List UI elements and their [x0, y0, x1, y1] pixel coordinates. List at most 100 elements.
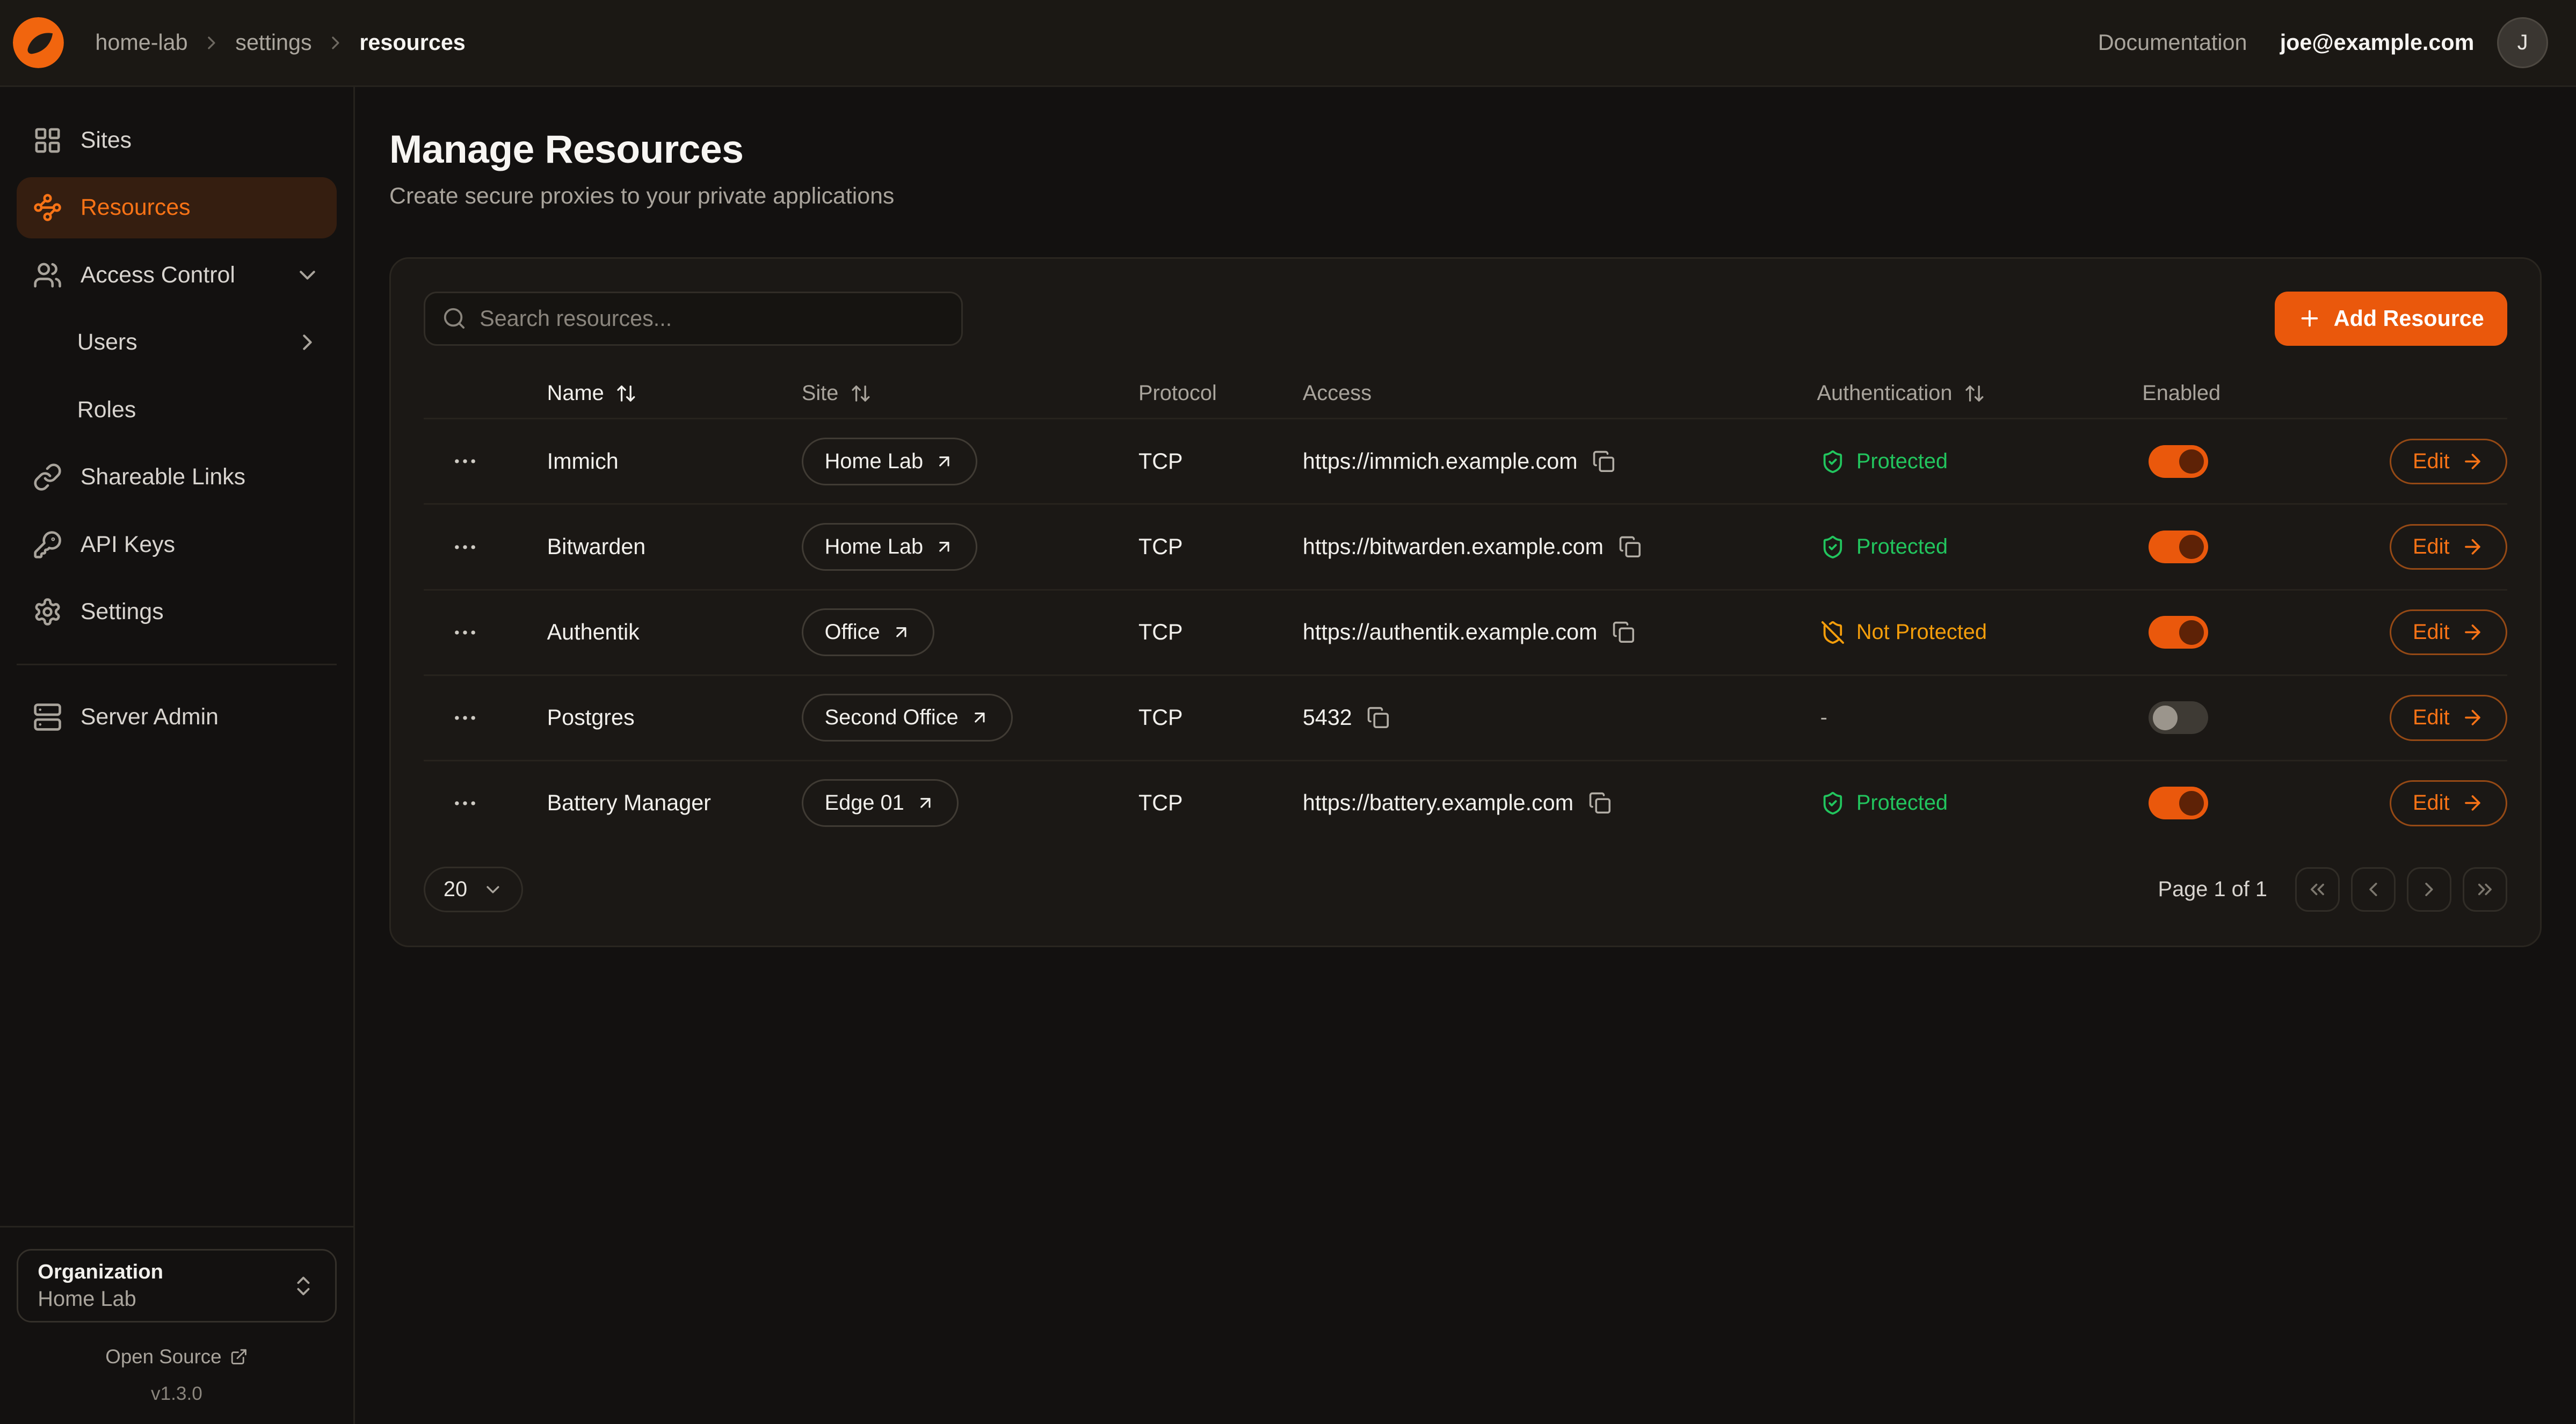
column-header-enabled: Enabled [2142, 381, 2346, 405]
resource-name: Immich [516, 449, 802, 474]
sidebar-item-api-keys[interactable]: API Keys [17, 514, 337, 575]
copy-button[interactable] [1592, 450, 1615, 473]
edit-button[interactable]: Edit [2390, 439, 2507, 485]
breadcrumb-org[interactable]: home-lab [95, 30, 187, 55]
edit-button[interactable]: Edit [2390, 609, 2507, 656]
site-link[interactable]: Edge 01 [802, 779, 959, 827]
enabled-toggle[interactable] [2149, 616, 2208, 649]
search-input[interactable] [424, 292, 962, 346]
copy-button[interactable] [1367, 706, 1390, 729]
resource-protocol: TCP [1138, 449, 1303, 474]
enabled-toggle[interactable] [2149, 787, 2208, 819]
ellipsis-icon [451, 704, 479, 732]
table-toolbar: Add Resource [424, 292, 2507, 346]
sidebar-item-label: Shareable Links [81, 464, 245, 490]
breadcrumb-separator-icon [325, 32, 346, 54]
resource-name: Postgres [516, 705, 802, 730]
arrow-right-icon [2461, 450, 2484, 473]
documentation-link[interactable]: Documentation [2098, 30, 2247, 55]
pangolin-logo-icon [13, 17, 64, 68]
copy-button[interactable] [1588, 791, 1612, 815]
user-email[interactable]: joe@example.com [2280, 30, 2475, 55]
sidebar-item-users[interactable]: Users [17, 312, 337, 373]
chevron-right-icon [2418, 878, 2441, 901]
pager-buttons [2295, 867, 2507, 912]
sidebar-item-shareable-links[interactable]: Shareable Links [17, 447, 337, 507]
resource-access: 5432 [1303, 705, 1352, 730]
sidebar: Sites Resources Access Control Users Rol… [0, 87, 355, 1424]
search-wrap [424, 292, 962, 346]
row-actions-button[interactable] [445, 613, 484, 652]
page-size-select[interactable]: 20 [424, 867, 523, 913]
grid-icon [33, 126, 62, 155]
sidebar-item-label: Access Control [81, 262, 235, 288]
sidebar-item-label: Users [77, 329, 137, 355]
sidebar-bottom: Organization Home Lab Open Source v1.3.0 [17, 1226, 337, 1424]
resources-card: Add Resource Name Site Protocol Access A… [389, 257, 2542, 947]
key-icon [33, 530, 62, 560]
row-actions-button[interactable] [445, 442, 484, 481]
edit-button[interactable]: Edit [2390, 780, 2507, 826]
app-logo[interactable] [13, 17, 64, 68]
topbar: home-lab settings resources Documentatio… [0, 0, 2576, 87]
row-actions-button[interactable] [445, 783, 484, 823]
open-source-link[interactable]: Open Source [105, 1346, 248, 1368]
auth-status: - [1817, 706, 2142, 730]
sidebar-item-roles[interactable]: Roles [17, 380, 337, 440]
link-icon [33, 462, 62, 492]
breadcrumb-settings[interactable]: settings [235, 30, 311, 55]
sidebar-bottom-divider [0, 1226, 353, 1227]
pagination: Page 1 of 1 [2158, 867, 2507, 912]
column-header-authentication[interactable]: Authentication [1817, 381, 2142, 405]
arrow-up-right-icon [934, 452, 954, 471]
copy-button[interactable] [1619, 535, 1642, 558]
site-link[interactable]: Home Lab [802, 438, 977, 485]
organization-selector[interactable]: Organization Home Lab [17, 1249, 337, 1323]
server-icon [33, 702, 62, 732]
enabled-toggle[interactable] [2149, 445, 2208, 478]
ellipsis-icon [451, 789, 479, 817]
site-link[interactable]: Home Lab [802, 523, 977, 571]
column-header-access: Access [1303, 381, 1817, 405]
auth-status: Protected [1817, 535, 2142, 560]
table-footer: 20 Page 1 of 1 [424, 867, 2507, 913]
first-page-button[interactable] [2295, 867, 2340, 912]
breadcrumb-current-page: resources [359, 30, 465, 55]
next-page-button[interactable] [2407, 867, 2451, 912]
site-link[interactable]: Office [802, 608, 934, 656]
add-resource-label: Add Resource [2334, 306, 2484, 331]
sort-icon [1964, 383, 1985, 404]
sidebar-item-access-control[interactable]: Access Control [17, 245, 337, 306]
resource-name: Authentik [516, 620, 802, 645]
sort-icon [850, 383, 872, 404]
prev-page-button[interactable] [2351, 867, 2396, 912]
column-header-name[interactable]: Name [516, 381, 802, 405]
site-link[interactable]: Second Office [802, 694, 1013, 742]
sidebar-item-settings[interactable]: Settings [17, 582, 337, 642]
shield-check-icon [1820, 449, 1845, 474]
arrow-up-right-icon [934, 537, 954, 557]
sidebar-item-label: Roles [77, 397, 136, 423]
avatar[interactable]: J [2497, 17, 2548, 68]
sidebar-item-server-admin[interactable]: Server Admin [17, 687, 337, 747]
row-actions-button[interactable] [445, 698, 484, 737]
topbar-right: Documentation joe@example.com J [2098, 17, 2548, 68]
enabled-toggle[interactable] [2149, 531, 2208, 563]
sidebar-nav: Sites Resources Access Control Users Rol… [17, 110, 337, 747]
add-resource-button[interactable]: Add Resource [2275, 292, 2507, 346]
chevron-down-icon [294, 262, 321, 288]
row-actions-button[interactable] [445, 527, 484, 566]
last-page-button[interactable] [2463, 867, 2507, 912]
edit-button[interactable]: Edit [2390, 695, 2507, 741]
sidebar-item-resources[interactable]: Resources [17, 177, 337, 238]
table-row: Immich Home Lab TCP https://immich.examp… [424, 418, 2507, 503]
edit-button[interactable]: Edit [2390, 524, 2507, 570]
enabled-toggle[interactable] [2149, 701, 2208, 734]
copy-button[interactable] [1612, 621, 1635, 644]
table-row: Bitwarden Home Lab TCP https://bitwarden… [424, 503, 2507, 589]
column-header-site[interactable]: Site [802, 381, 1138, 405]
arrow-right-icon [2461, 791, 2484, 815]
sidebar-item-sites[interactable]: Sites [17, 110, 337, 171]
shield-check-icon [1820, 535, 1845, 560]
page-info: Page 1 of 1 [2158, 877, 2267, 902]
